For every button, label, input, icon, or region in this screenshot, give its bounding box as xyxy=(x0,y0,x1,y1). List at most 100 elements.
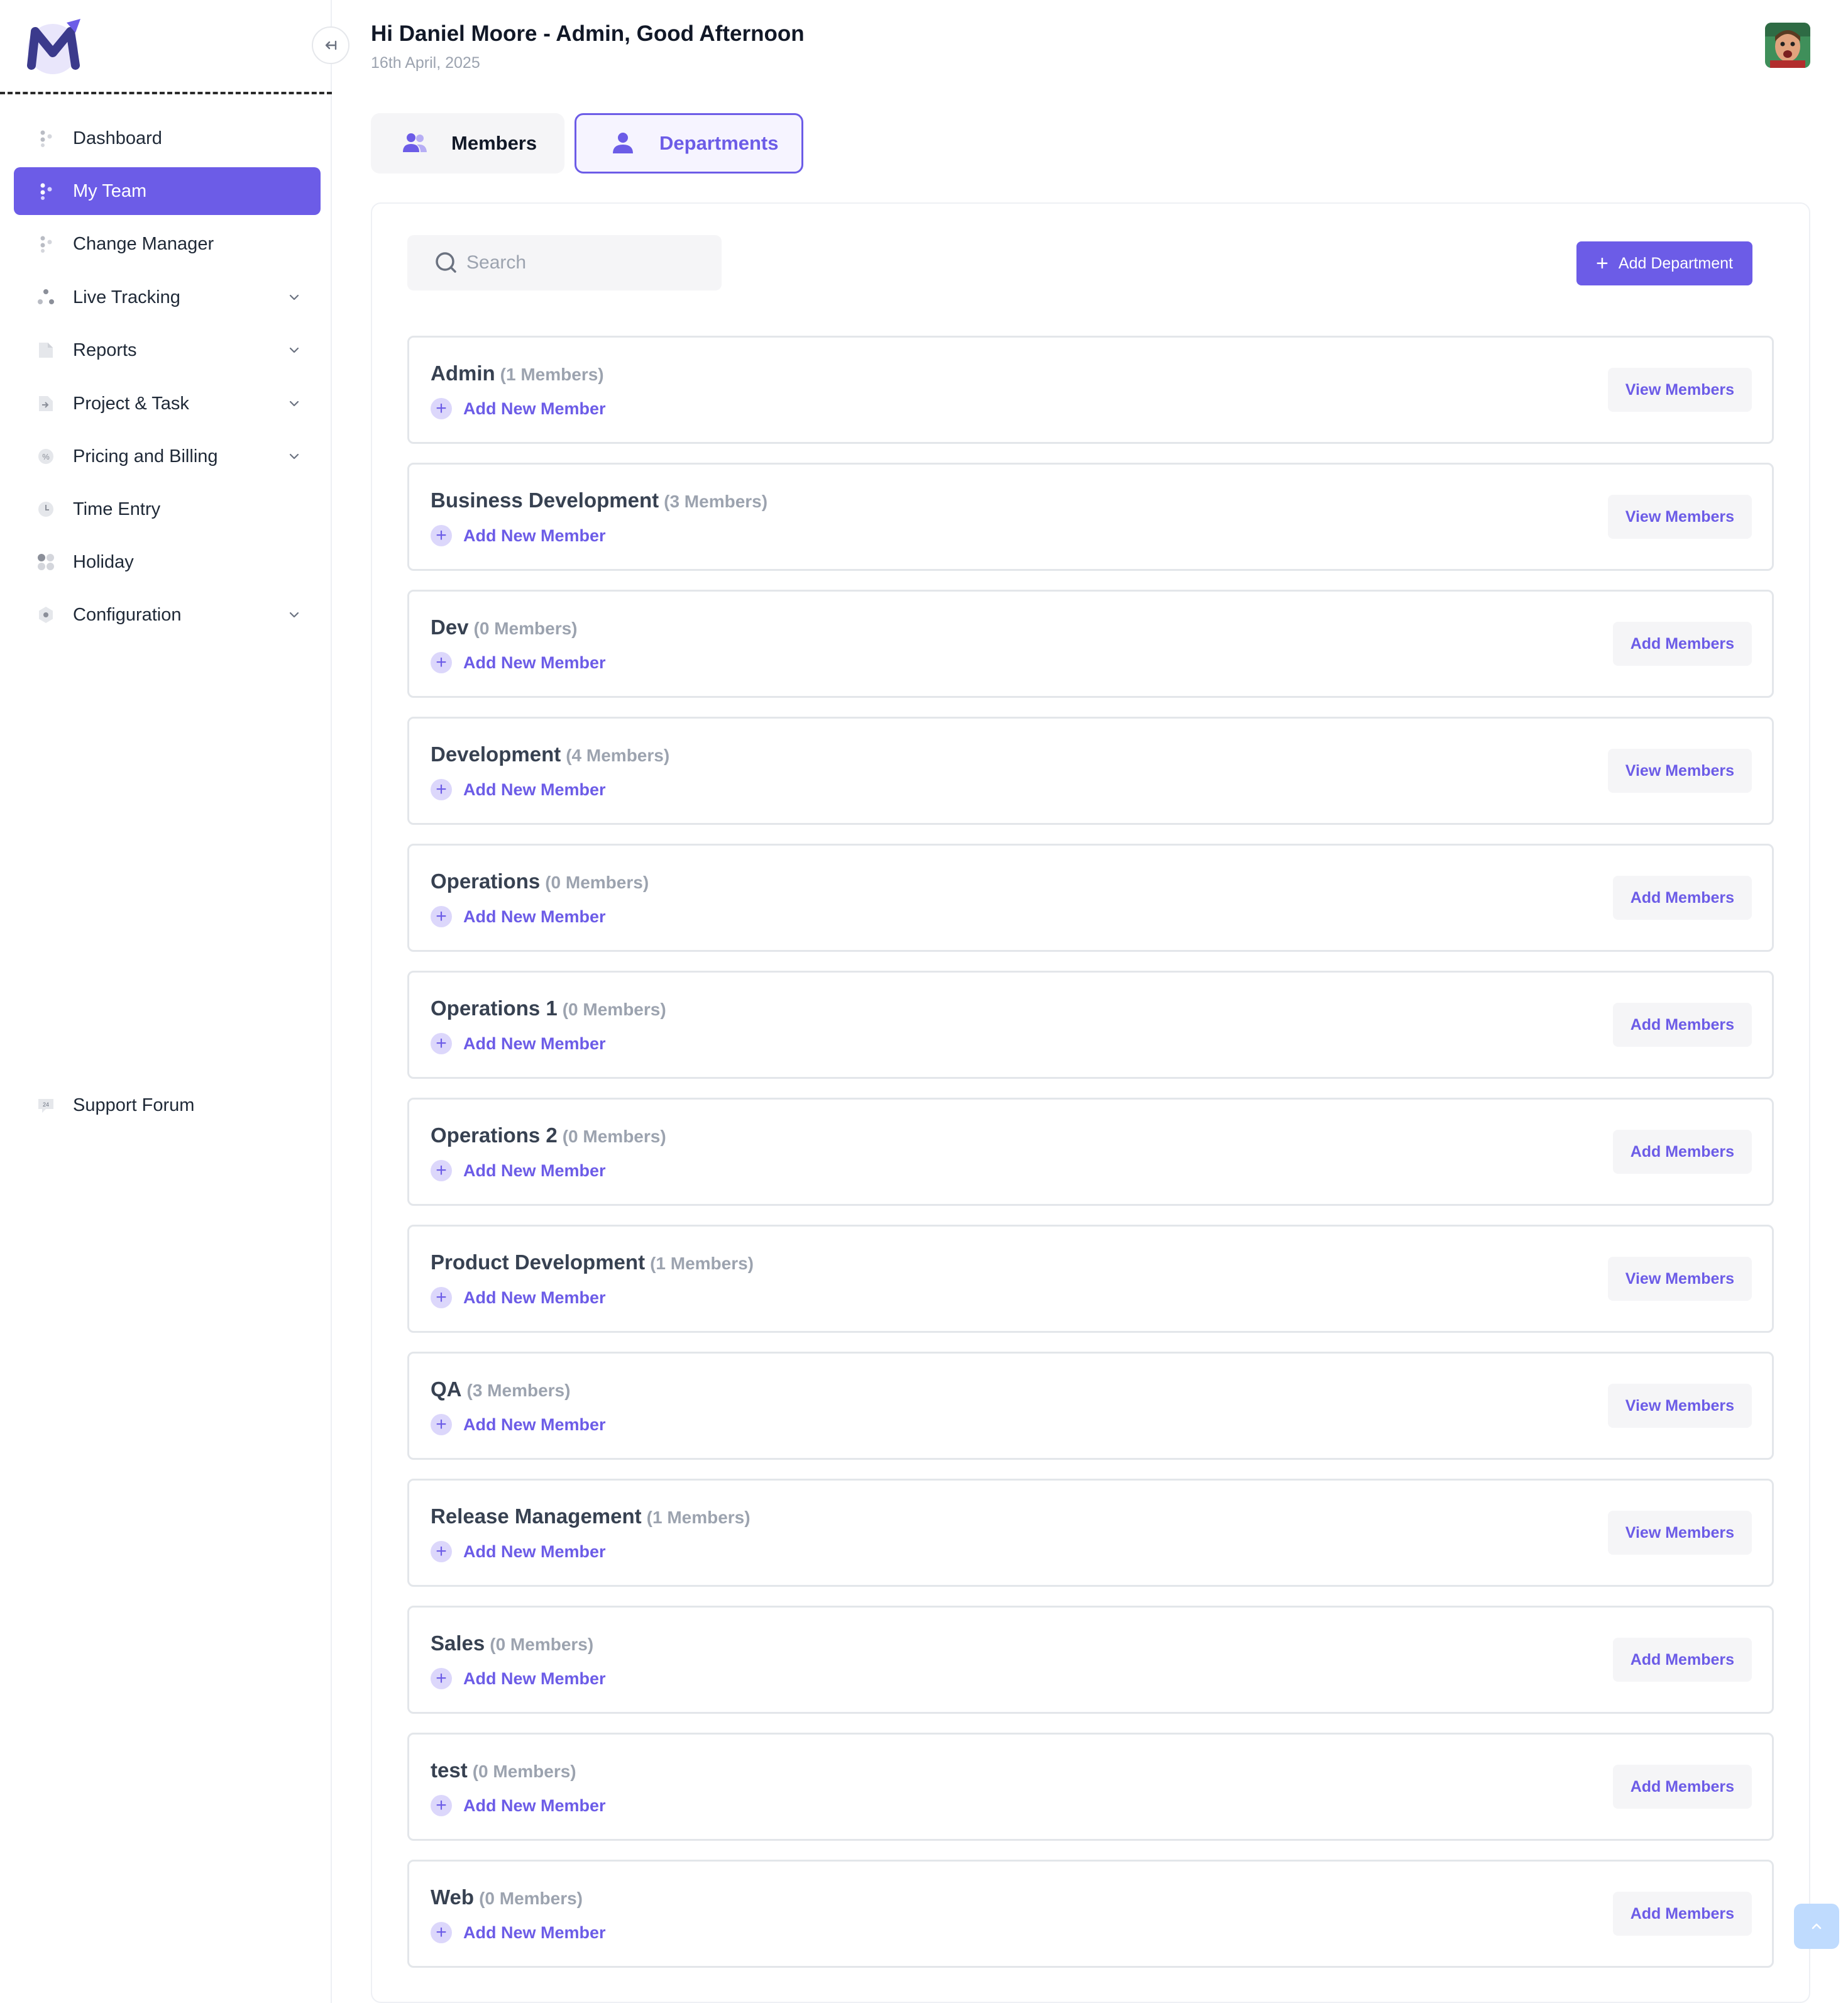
scroll-to-top-button[interactable] xyxy=(1794,1904,1839,1949)
sidebar-item-label: Pricing and Billing xyxy=(73,446,218,466)
sidebar-item-support-forum[interactable]: 24 Support Forum xyxy=(14,1081,321,1129)
add-members-button[interactable]: Add Members xyxy=(1612,1892,1752,1936)
sidebar-item-label: Time Entry xyxy=(73,499,161,519)
sidebar-item-my-team[interactable]: My Team xyxy=(14,167,321,215)
collapse-sidebar-button[interactable] xyxy=(312,26,349,64)
view-members-button[interactable]: View Members xyxy=(1607,368,1752,412)
search-box[interactable] xyxy=(407,235,722,290)
add-new-member-link[interactable]: + Add New Member xyxy=(431,779,606,800)
department-action-label: View Members xyxy=(1625,380,1734,399)
add-new-member-link[interactable]: + Add New Member xyxy=(431,1414,606,1435)
tab-departments[interactable]: Departments xyxy=(575,113,803,174)
plus-circle-icon: + xyxy=(431,1160,452,1181)
view-members-button[interactable]: View Members xyxy=(1607,1511,1752,1555)
add-new-member-label: Add New Member xyxy=(463,526,606,545)
add-new-member-label: Add New Member xyxy=(463,907,606,926)
add-department-button[interactable]: + Add Department xyxy=(1576,241,1752,285)
view-members-button[interactable]: View Members xyxy=(1607,749,1752,793)
add-new-member-link[interactable]: + Add New Member xyxy=(431,1668,606,1689)
department-action-label: Add Members xyxy=(1630,888,1734,907)
add-new-member-link[interactable]: + Add New Member xyxy=(431,1541,606,1562)
users-icon xyxy=(401,130,429,157)
chevron-down-icon[interactable] xyxy=(282,290,307,304)
plus-circle-icon: + xyxy=(431,398,452,419)
add-new-member-link[interactable]: + Add New Member xyxy=(431,1160,606,1181)
pricing-billing-icon: % xyxy=(35,446,57,467)
sidebar-item-label: Holiday xyxy=(73,551,134,572)
department-name: Operations 1 xyxy=(431,996,558,1020)
department-member-count: (0 Members) xyxy=(545,873,649,892)
add-new-member-link[interactable]: + Add New Member xyxy=(431,398,606,419)
chevron-down-icon[interactable] xyxy=(282,397,307,411)
chevron-down-icon[interactable] xyxy=(282,608,307,622)
dashboard-icon xyxy=(35,128,57,149)
add-new-member-link[interactable]: + Add New Member xyxy=(431,525,606,546)
add-members-button[interactable]: Add Members xyxy=(1612,1765,1752,1809)
tab-members[interactable]: Members xyxy=(371,113,564,174)
add-new-member-label: Add New Member xyxy=(463,1415,606,1434)
plus-circle-icon: + xyxy=(431,1287,452,1308)
add-new-member-link[interactable]: + Add New Member xyxy=(431,906,606,927)
department-card: Admin (1 Members) + Add New Member View Memb… xyxy=(407,336,1774,444)
sidebar-item-reports[interactable]: Reports xyxy=(14,326,321,374)
user-icon xyxy=(609,130,637,157)
plus-circle-icon: + xyxy=(431,1922,452,1943)
sidebar-item-dashboard[interactable]: Dashboard xyxy=(14,114,321,162)
department-name: Product Development xyxy=(431,1250,646,1274)
sidebar-item-pricing-and-billing[interactable]: % Pricing and Billing xyxy=(14,433,321,480)
add-members-button[interactable]: Add Members xyxy=(1612,622,1752,666)
add-members-button[interactable]: Add Members xyxy=(1612,1130,1752,1174)
user-avatar[interactable] xyxy=(1765,23,1810,68)
add-new-member-label: Add New Member xyxy=(463,1161,606,1180)
add-members-button[interactable]: Add Members xyxy=(1612,1003,1752,1047)
department-title: Product Development (1 Members) xyxy=(431,1250,754,1274)
department-title: Business Development (3 Members) xyxy=(431,488,767,512)
add-new-member-link[interactable]: + Add New Member xyxy=(431,1287,606,1308)
view-members-button[interactable]: View Members xyxy=(1607,495,1752,539)
plus-circle-icon: + xyxy=(431,652,452,673)
live-tracking-icon xyxy=(35,287,57,308)
add-new-member-link[interactable]: + Add New Member xyxy=(431,1922,606,1943)
department-action-label: Add Members xyxy=(1630,1904,1734,1923)
chevron-down-icon[interactable] xyxy=(282,450,307,463)
department-member-count: (0 Members) xyxy=(479,1889,583,1908)
sidebar-item-configuration[interactable]: Configuration xyxy=(14,591,321,639)
department-action-label: Add Members xyxy=(1630,1142,1734,1161)
search-input[interactable] xyxy=(465,251,707,274)
department-name: Operations xyxy=(431,869,541,893)
plus-circle-icon: + xyxy=(431,1541,452,1562)
plus-circle-icon: + xyxy=(431,906,452,927)
department-name: Development xyxy=(431,742,561,766)
add-new-member-label: Add New Member xyxy=(463,1034,606,1053)
department-card: test (0 Members) + Add New Member Add Member… xyxy=(407,1733,1774,1841)
view-members-button[interactable]: View Members xyxy=(1607,1384,1752,1428)
department-title: Release Management (1 Members) xyxy=(431,1504,751,1528)
support-24-icon: 24 xyxy=(35,1095,57,1116)
add-new-member-link[interactable]: + Add New Member xyxy=(431,1033,606,1054)
department-member-count: (0 Members) xyxy=(562,1000,666,1019)
chevron-down-icon[interactable] xyxy=(282,343,307,357)
department-action-label: Add Members xyxy=(1630,634,1734,653)
add-members-button[interactable]: Add Members xyxy=(1612,876,1752,920)
add-members-button[interactable]: Add Members xyxy=(1612,1638,1752,1682)
department-title: Admin (1 Members) xyxy=(431,361,604,385)
add-new-member-link[interactable]: + Add New Member xyxy=(431,652,606,673)
app-root: Dashboard My Team Change Manager Live Track… xyxy=(0,0,1848,2003)
department-title: Sales (0 Members) xyxy=(431,1631,593,1655)
sidebar-item-project-task[interactable]: Project & Task xyxy=(14,380,321,428)
sidebar-item-live-tracking[interactable]: Live Tracking xyxy=(14,273,321,321)
department-card: Operations (0 Members) + Add New Member Add … xyxy=(407,844,1774,952)
view-members-button[interactable]: View Members xyxy=(1607,1257,1752,1301)
plus-circle-icon: + xyxy=(431,1668,452,1689)
department-card: Business Development (3 Members) + Add New … xyxy=(407,463,1774,571)
sidebar-divider xyxy=(0,92,332,94)
sidebar-item-holiday[interactable]: Holiday xyxy=(14,538,321,586)
department-name: Release Management xyxy=(431,1504,642,1528)
app-logo[interactable] xyxy=(23,16,85,79)
add-new-member-link[interactable]: + Add New Member xyxy=(431,1795,606,1816)
sidebar-item-time-entry[interactable]: Time Entry xyxy=(14,485,321,533)
department-action-label: View Members xyxy=(1625,507,1734,526)
plus-circle-icon: + xyxy=(431,525,452,546)
add-new-member-label: Add New Member xyxy=(463,399,606,418)
sidebar-item-change-manager[interactable]: Change Manager xyxy=(14,220,321,268)
